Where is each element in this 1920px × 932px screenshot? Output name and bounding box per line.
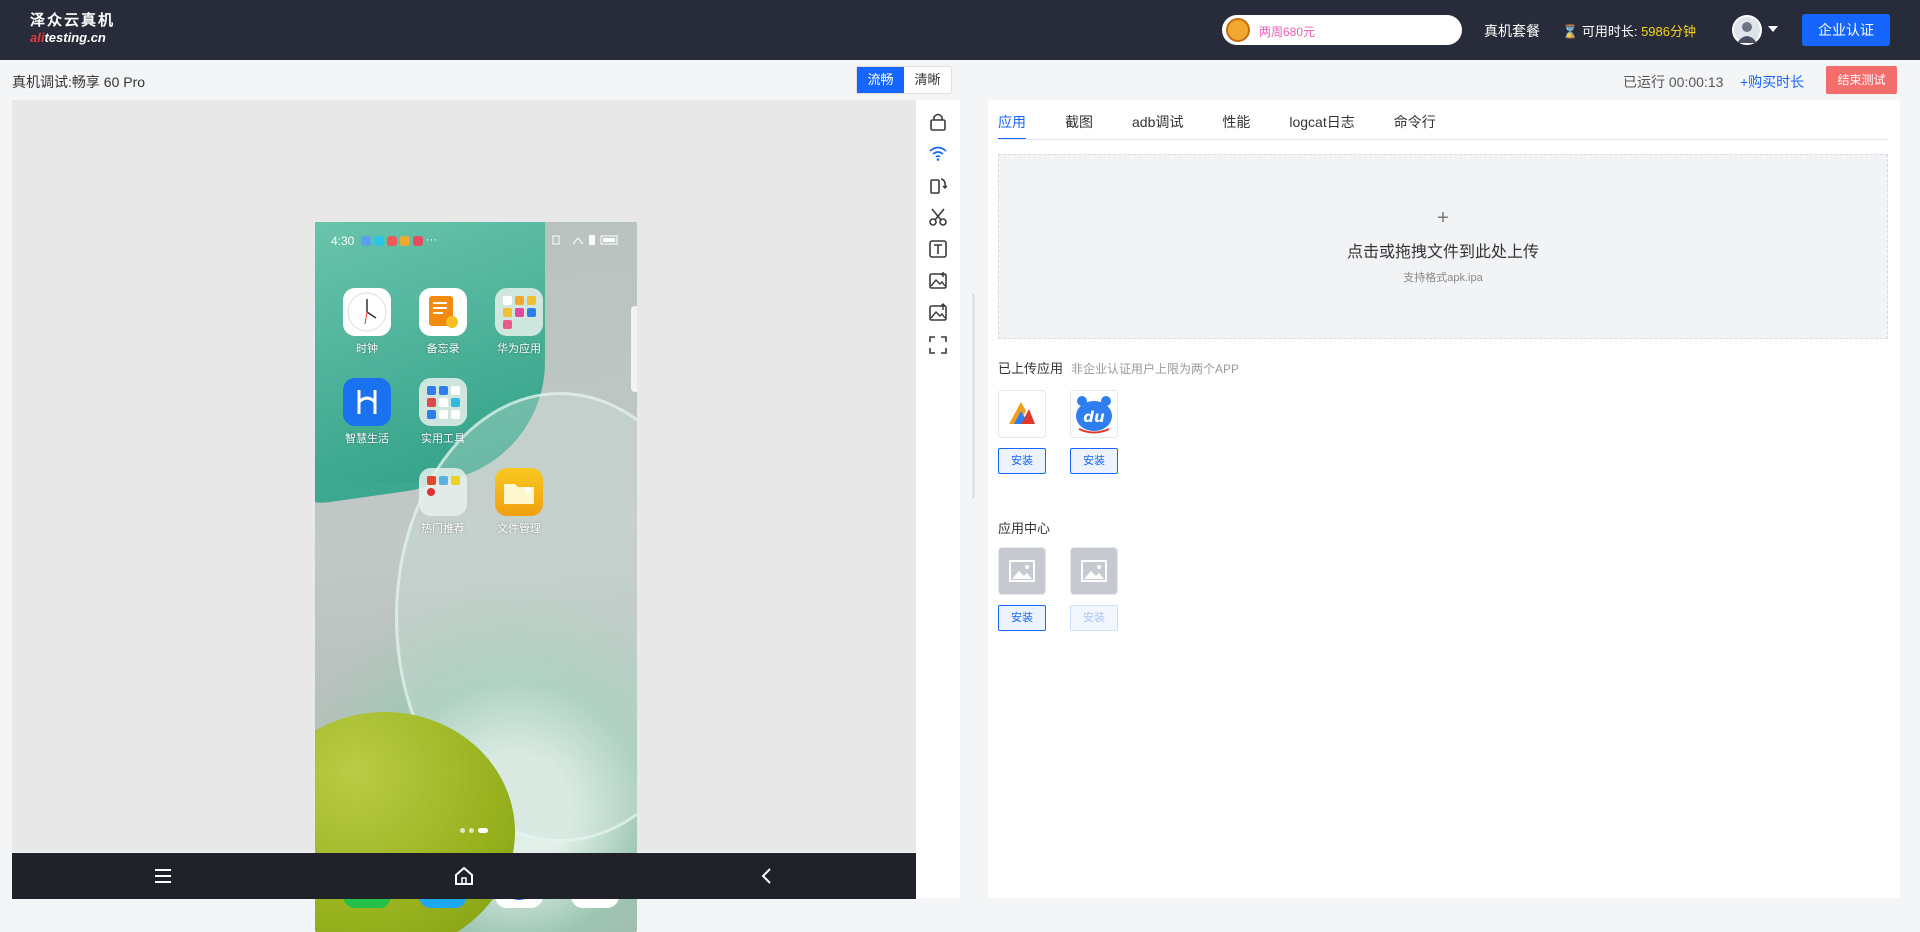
app-label: 时钟 (356, 343, 378, 355)
folder-icon (419, 378, 467, 426)
wifi-icon[interactable] (928, 143, 948, 163)
runtime-display: 已运行 00:00:13 (1623, 74, 1724, 90)
app-label: 备忘录 (426, 343, 460, 355)
quality-toggle: 流畅 清晰 (856, 66, 952, 94)
plan-link[interactable]: 真机套餐 (1484, 21, 1540, 41)
upload-subtitle: 支持格式apk.ipa (1403, 272, 1483, 284)
center-app-2: 安装 (1070, 547, 1118, 631)
status-icons (551, 234, 621, 249)
install-button[interactable]: 安装 (1070, 448, 1118, 474)
install-button[interactable]: 安装 (998, 448, 1046, 474)
image-icon[interactable] (928, 271, 948, 291)
promo-banner[interactable]: 两周680元 (1222, 15, 1462, 45)
menu-icon[interactable] (152, 865, 174, 892)
folder-icon (495, 288, 543, 336)
device-toolbar (916, 100, 960, 898)
image-placeholder-icon (1070, 547, 1118, 595)
rotate-icon[interactable] (928, 175, 948, 195)
status-time: 4:30 (331, 234, 355, 248)
logo-cn: 泽众云真机 (30, 12, 116, 29)
svg-text:du: du (1083, 408, 1105, 426)
fullscreen-icon[interactable] (928, 335, 948, 355)
folder-icon (419, 468, 467, 516)
device-stage: 4:30 ··· 时钟 备忘录 华为应用 智慧生活 实用工具 热门推荐 文件管理 (12, 100, 916, 932)
notification-icons: ··· (361, 235, 437, 246)
image-upload-icon[interactable] (928, 303, 948, 323)
chevron-down-icon[interactable] (1768, 26, 1778, 32)
app-logo-icon (998, 390, 1046, 438)
tools-panel: 应用 截图 adb调试 性能 logcat日志 命令行 + 点击或拖拽文件到此处… (988, 100, 1900, 898)
plus-icon: + (1437, 207, 1449, 229)
tab-command-line[interactable]: 命令行 (1394, 112, 1436, 140)
tab-adb[interactable]: adb调试 (1132, 112, 1183, 140)
hourglass-icon: ⌛ (1562, 24, 1579, 39)
baidu-icon: du (1070, 390, 1118, 438)
clock-icon (343, 288, 391, 336)
image-placeholder-icon (998, 547, 1046, 595)
tab-apps[interactable]: 应用 (998, 112, 1026, 140)
available-time: ⌛ 可用时长: 5986分钟 (1562, 21, 1696, 40)
uploaded-app-1: 安装 (998, 390, 1046, 474)
app-label: 文件管理 (497, 523, 541, 535)
app-label: 华为应用 (497, 343, 541, 355)
side-handle[interactable] (631, 306, 637, 392)
promo-text: 两周680元 (1259, 25, 1316, 39)
app-folder-huawei[interactable]: 华为应用 (489, 288, 549, 356)
device-title: 真机调试:畅享 60 Pro (12, 74, 146, 90)
install-button-disabled[interactable]: 安装 (1070, 605, 1118, 631)
app-smart-life[interactable]: 智慧生活 (337, 378, 397, 446)
top-header: 泽众云真机 alitesting.cn 两周680元 真机套餐 ⌛ 可用时长: … (0, 0, 1920, 60)
quality-hd-option[interactable]: 清晰 (904, 67, 951, 93)
buy-time-link[interactable]: +购买时长 (1740, 72, 1804, 92)
end-test-button[interactable]: 结束测试 (1826, 66, 1897, 94)
panel-tabs: 应用 截图 adb调试 性能 logcat日志 命令行 (998, 112, 1475, 140)
app-folder-tools[interactable]: 实用工具 (413, 378, 473, 446)
tab-divider (998, 139, 1888, 140)
smart-life-icon (343, 378, 391, 426)
text-icon[interactable] (928, 239, 948, 259)
lock-icon[interactable] (928, 111, 948, 131)
upload-title: 点击或拖拽文件到此处上传 (1346, 244, 1539, 261)
logo-en: alitesting.cn (30, 30, 106, 45)
phone-screen[interactable]: 4:30 ··· 时钟 备忘录 华为应用 智慧生活 实用工具 热门推荐 文件管理 (315, 222, 637, 932)
app-files[interactable]: 文件管理 (489, 468, 549, 536)
page-indicator (460, 828, 488, 833)
app-label: 智慧生活 (345, 433, 389, 445)
panel-splitter[interactable] (972, 294, 975, 498)
uploaded-app-2: du 安装 (1070, 390, 1118, 474)
uploaded-limit-note: 非企业认证用户上限为两个APP (1071, 362, 1240, 376)
available-value: 5986分钟 (1641, 24, 1696, 39)
tab-performance[interactable]: 性能 (1222, 112, 1250, 140)
upload-dropzone[interactable]: + 点击或拖拽文件到此处上传 支持格式apk.ipa (998, 154, 1888, 339)
app-notes[interactable]: 备忘录 (413, 288, 473, 356)
tab-screenshot[interactable]: 截图 (1065, 112, 1093, 140)
quality-smooth-option[interactable]: 流畅 (857, 67, 904, 93)
enterprise-cert-button[interactable]: 企业认证 (1802, 14, 1890, 46)
gift-icon (1226, 18, 1250, 42)
available-label: 可用时长: (1581, 24, 1638, 39)
back-icon[interactable] (756, 865, 778, 892)
logo[interactable]: 泽众云真机 alitesting.cn (30, 13, 115, 44)
install-button[interactable]: 安装 (998, 605, 1046, 631)
app-clock[interactable]: 时钟 (337, 288, 397, 356)
uploaded-apps-heading: 已上传应用 非企业认证用户上限为两个APP (998, 361, 1240, 376)
tab-logcat[interactable]: logcat日志 (1289, 112, 1354, 140)
cut-icon[interactable] (928, 207, 948, 227)
app-label: 实用工具 (421, 433, 465, 445)
center-app-1: 安装 (998, 547, 1046, 631)
app-folder-hot[interactable]: 热门推荐 (413, 468, 473, 536)
files-icon (495, 468, 543, 516)
app-label: 热门推荐 (421, 523, 465, 535)
app-center-heading: 应用中心 (998, 521, 1051, 536)
avatar[interactable] (1732, 15, 1762, 45)
notes-icon (419, 288, 467, 336)
home-icon[interactable] (453, 865, 475, 892)
device-navbar (12, 853, 916, 899)
